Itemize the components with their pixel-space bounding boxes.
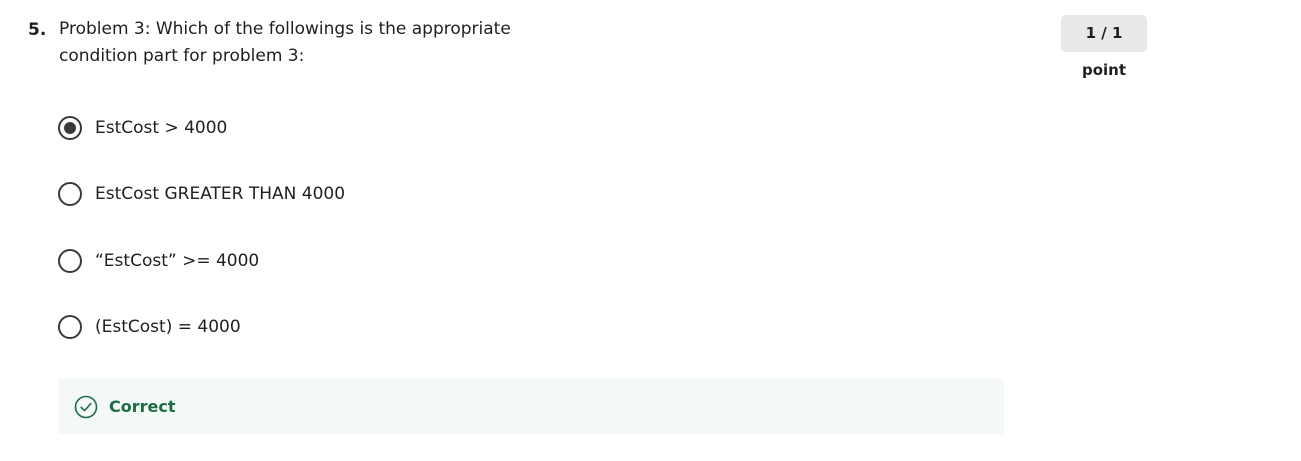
option-2[interactable]: EstCost GREATER THAN 4000	[58, 181, 345, 207]
question-text: Problem 3: Which of the followings is th…	[59, 16, 539, 70]
score-badge: 1 / 1 point	[1061, 15, 1147, 79]
option-4[interactable]: (EstCost) = 4000	[58, 314, 241, 340]
question-text-line-1: Problem 3: Which of the followings is th…	[59, 19, 511, 39]
feedback-label: Correct	[109, 397, 176, 416]
option-1[interactable]: EstCost > 4000	[58, 115, 227, 141]
option-label: EstCost > 4000	[95, 118, 228, 138]
option-3[interactable]: “EstCost” >= 4000	[58, 248, 259, 274]
radio-button[interactable]	[58, 249, 82, 273]
radio-button[interactable]	[58, 315, 82, 339]
feedback-box: Correct	[58, 379, 1004, 434]
check-circle-icon	[74, 395, 98, 418]
question-text-line-2: condition part for problem 3:	[59, 46, 305, 66]
radio-button[interactable]	[58, 182, 82, 206]
option-label: EstCost GREATER THAN 4000	[95, 184, 346, 204]
question-number: 5.	[28, 20, 47, 40]
option-label: (EstCost) = 4000	[95, 317, 241, 337]
radio-button-selected[interactable]	[58, 116, 82, 140]
option-label: “EstCost” >= 4000	[95, 251, 260, 271]
